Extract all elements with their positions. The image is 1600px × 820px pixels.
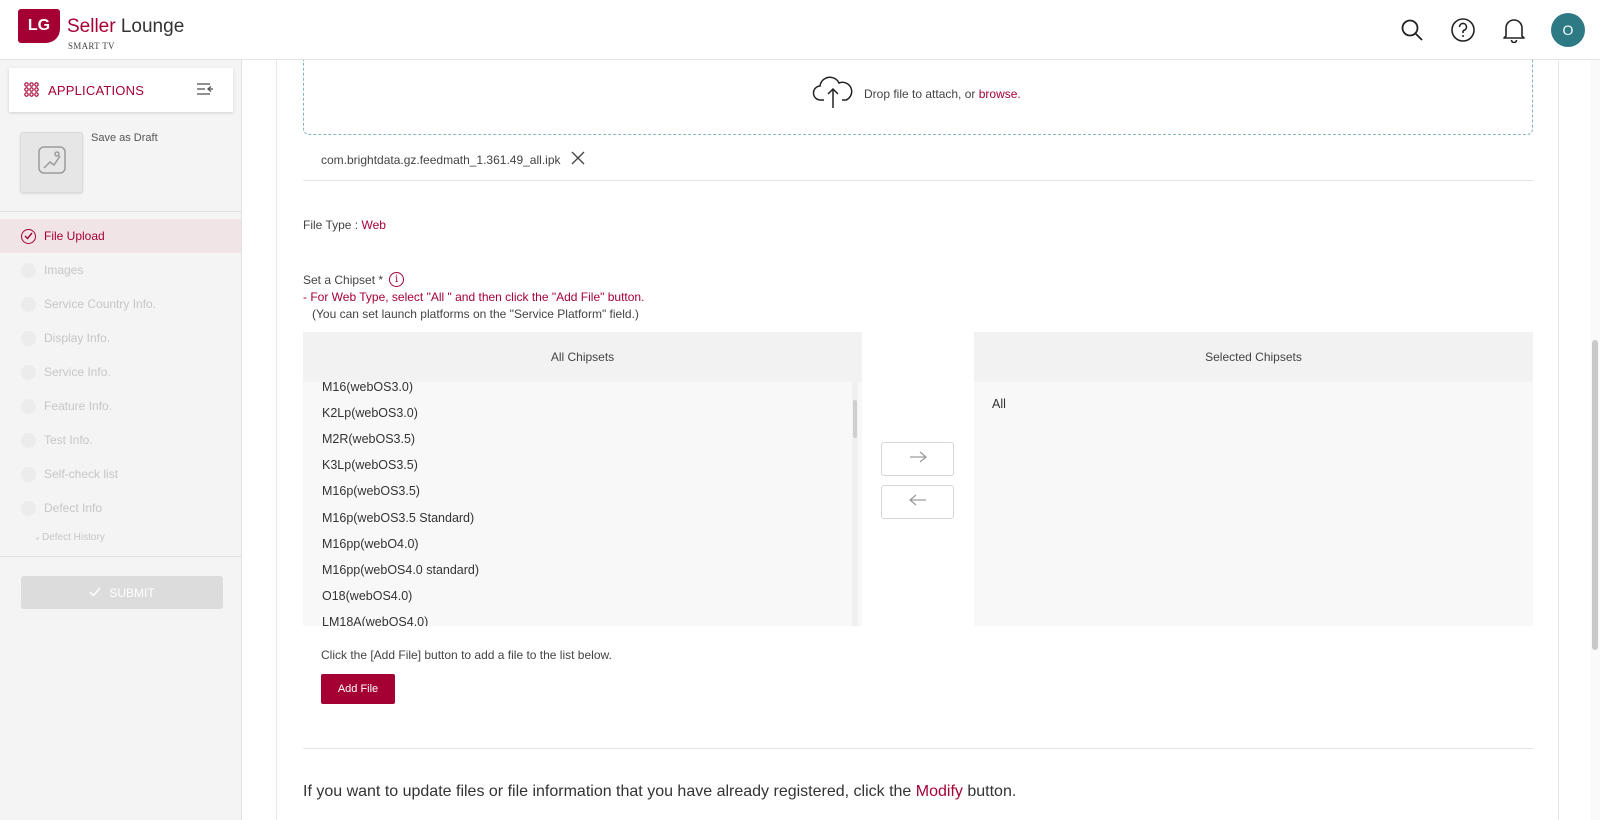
chipset-option[interactable]: M16p(webOS3.5 Standard)	[322, 511, 474, 525]
section-divider	[303, 748, 1533, 749]
selected-chipsets-header: Selected Chipsets	[974, 332, 1533, 382]
chipset-option[interactable]: M2R(webOS3.5)	[322, 432, 415, 446]
all-chipsets-body[interactable]: M16(webOS3.0) K2Lp(webOS3.0) M2R(webOS3.…	[303, 382, 862, 626]
step-dot-icon	[21, 500, 36, 516]
chipset-option[interactable]: M16(webOS3.0)	[322, 382, 413, 394]
chipset-option[interactable]: K2Lp(webOS3.0)	[322, 406, 418, 420]
nav-defect-info[interactable]: Defect Info	[0, 491, 241, 525]
submit-label: SUBMIT	[109, 585, 155, 600]
arrow-right-icon	[909, 450, 927, 468]
brand-title: Seller Lounge	[67, 16, 184, 38]
step-dot-icon	[21, 398, 36, 414]
sidebar: APPLICATIONS Save as Draft File Upload I…	[0, 60, 242, 820]
chipset-option[interactable]: K3Lp(webOS3.5)	[322, 458, 418, 472]
app-thumbnail	[20, 132, 83, 193]
submit-button[interactable]: SUBMIT	[21, 576, 223, 609]
chipset-option[interactable]: M16pp(webOS4.0 standard)	[322, 563, 479, 577]
help-icon[interactable]	[1449, 16, 1477, 44]
brand-subtitle: SMART TV	[68, 41, 115, 51]
brand-primary: Seller	[67, 16, 116, 37]
bell-icon[interactable]	[1500, 16, 1528, 44]
nav-file-upload[interactable]: File Upload	[0, 219, 241, 253]
nav-images[interactable]: Images	[0, 253, 241, 287]
info-icon[interactable]: i	[389, 272, 405, 287]
user-avatar[interactable]: O	[1551, 13, 1585, 47]
attached-file: com.brightdata.gz.feedmath_1.361.49_all.…	[321, 151, 585, 168]
step-dot-icon	[21, 262, 36, 278]
section-divider	[303, 180, 1533, 181]
nav-service-info[interactable]: Service Info.	[0, 355, 241, 389]
nav-test-info[interactable]: Test Info.	[0, 423, 241, 457]
file-type-row: File Type : Web	[303, 218, 386, 232]
drop-text: Drop file to attach, or	[864, 86, 976, 101]
dropzone-content: Drop file to attach, or browse.	[812, 75, 1021, 112]
chipset-heading: Set a Chipset * i	[303, 272, 405, 287]
file-name: com.brightdata.gz.feedmath_1.361.49_all.…	[321, 152, 561, 167]
nav-label: Service Country Info.	[44, 297, 157, 311]
brand-secondary: Lounge	[120, 16, 185, 37]
check-icon	[89, 586, 101, 600]
applications-header[interactable]: APPLICATIONS	[9, 68, 233, 112]
file-dropzone[interactable]: Drop file to attach, or browse.	[303, 60, 1533, 135]
nav-label: Self-check list	[44, 467, 119, 481]
add-file-button[interactable]: Add File	[321, 674, 395, 704]
nav-display-info[interactable]: Display Info.	[0, 321, 241, 355]
browse-link[interactable]: browse.	[979, 87, 1021, 101]
save-draft-link[interactable]: Save as Draft	[91, 132, 158, 144]
sidebar-divider	[0, 211, 242, 212]
move-right-button[interactable]	[881, 442, 954, 476]
move-left-button[interactable]	[881, 485, 954, 519]
file-type-value: Web	[361, 218, 386, 232]
nav-label: File Upload	[44, 229, 105, 243]
step-dot-icon	[21, 296, 36, 312]
modify-text-before: If you want to update files or file info…	[303, 783, 912, 800]
chipset-option[interactable]: M16p(webOS3.5)	[322, 484, 420, 498]
chipset-option[interactable]: LM18A(webOS4.0)	[322, 615, 428, 626]
all-chipsets-list: All Chipsets M16(webOS3.0) K2Lp(webOS3.0…	[303, 332, 862, 626]
nav-self-check-list[interactable]: Self-check list	[0, 457, 241, 491]
nav-defect-history[interactable]: Defect History	[36, 532, 105, 543]
cloud-upload-icon	[812, 75, 854, 112]
lg-logo[interactable]: LG	[18, 9, 60, 43]
nav-label: Images	[44, 263, 84, 277]
step-dot-icon	[21, 466, 36, 482]
collapse-menu-icon[interactable]	[196, 81, 214, 102]
sidebar-divider	[0, 556, 242, 557]
selected-chipset-item[interactable]: All	[992, 397, 1006, 411]
image-placeholder-icon	[36, 144, 68, 181]
search-icon[interactable]	[1398, 16, 1426, 44]
chipset-hint-web: - For Web Type, select "All " and then c…	[303, 290, 645, 304]
nav-service-country-info[interactable]: Service Country Info.	[0, 287, 241, 321]
nav-label: Feature Info.	[44, 399, 113, 413]
file-type-label: File Type :	[303, 218, 359, 232]
add-file-hint: Click the [Add File] button to add a fil…	[321, 648, 612, 662]
chipset-option[interactable]: O18(webOS4.0)	[322, 589, 412, 603]
step-dot-icon	[21, 330, 36, 346]
selected-chipsets-body[interactable]: All	[974, 382, 1533, 626]
nav-label: Defect Info	[44, 501, 103, 515]
all-chipsets-header: All Chipsets	[303, 332, 862, 382]
step-dot-icon	[21, 364, 36, 380]
nav-label: Test Info.	[44, 433, 93, 447]
nav-label: Service Info.	[44, 365, 111, 379]
selected-chipsets-list: Selected Chipsets All	[974, 332, 1533, 626]
chipset-label: Set a Chipset *	[303, 272, 384, 287]
remove-file-icon[interactable]	[571, 151, 585, 168]
page-scroll-thumb[interactable]	[1592, 340, 1598, 650]
apps-grid-icon	[24, 82, 39, 102]
nav-feature-info[interactable]: Feature Info.	[0, 389, 241, 423]
arrow-left-icon	[908, 493, 927, 511]
chipset-scroll-thumb[interactable]	[853, 400, 857, 438]
modify-instructions: If you want to update files or file info…	[303, 783, 1016, 801]
chipset-hint-platform: (You can set launch platforms on the "Se…	[312, 307, 639, 321]
top-header: LG Seller Lounge SMART TV O	[0, 0, 1600, 60]
step-dot-icon	[21, 432, 36, 448]
nav-label: Display Info.	[44, 331, 111, 345]
check-circle-icon	[21, 228, 36, 244]
applications-label: APPLICATIONS	[48, 83, 145, 98]
modify-text-after: button.	[967, 783, 1017, 800]
modify-link[interactable]: Modify	[916, 783, 963, 800]
chipset-option[interactable]: M16pp(webO4.0)	[322, 537, 419, 551]
